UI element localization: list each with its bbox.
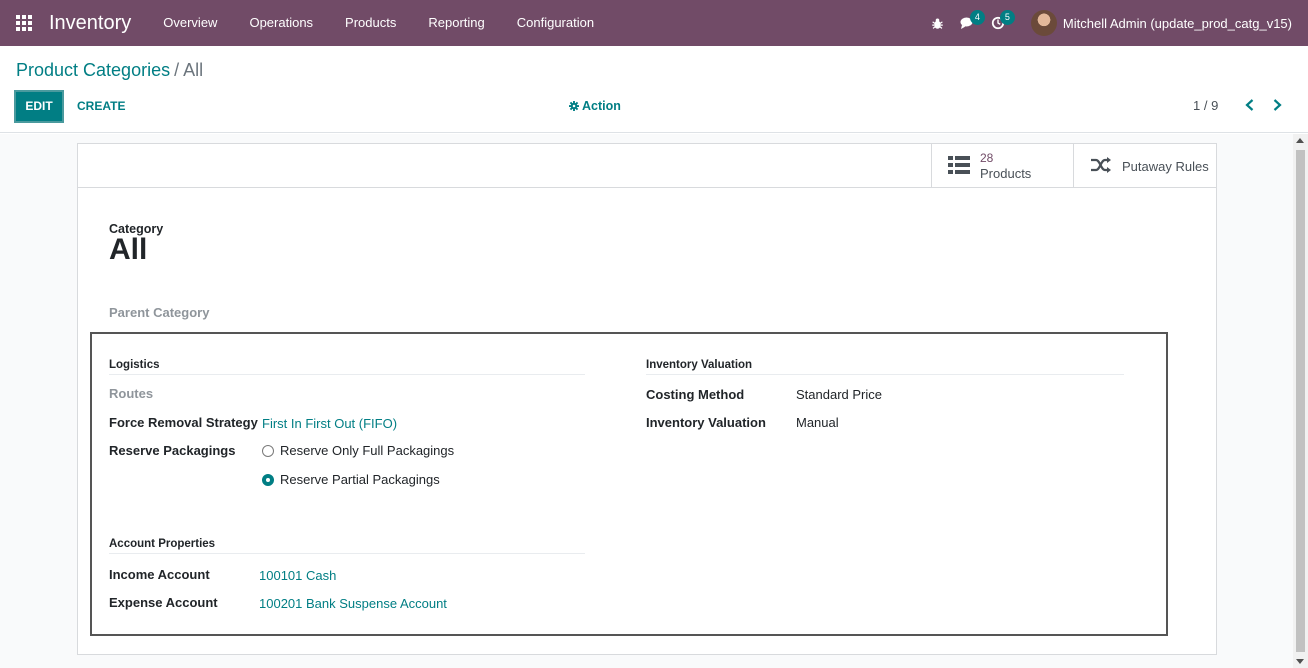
costing-method-label: Costing Method	[646, 387, 745, 402]
costing-method-value[interactable]: Standard Price	[796, 387, 882, 402]
create-button[interactable]: CREATE	[77, 99, 125, 113]
products-label: Products	[980, 166, 1032, 181]
parent-category-label: Parent Category	[109, 305, 210, 320]
menu-reporting[interactable]: Reporting	[412, 0, 500, 46]
random-shuffle-icon	[1090, 156, 1112, 177]
menu-configuration[interactable]: Configuration	[501, 0, 610, 46]
putaway-rules-smart-button[interactable]: Putaway Rules	[1073, 144, 1217, 188]
form-view-content: 28 Products Putaway Rules Category All P…	[0, 134, 1308, 668]
action-menu-button[interactable]: Action	[569, 99, 621, 113]
menu-products[interactable]: Products	[329, 0, 412, 46]
income-account-label: Income Account	[109, 567, 210, 582]
inventory-valuation-section-title: Inventory Valuation	[646, 359, 1124, 375]
menu-operations[interactable]: Operations	[233, 0, 329, 46]
activities-clock-icon[interactable]: 5	[983, 0, 1015, 46]
menu-overview[interactable]: Overview	[147, 0, 233, 46]
products-count: 28	[980, 151, 994, 165]
list-icon	[948, 155, 970, 177]
reserve-partial-label: Reserve Partial Packagings	[280, 472, 440, 487]
expense-account-link[interactable]: 100201 Bank Suspense Account	[259, 596, 447, 611]
vertical-scrollbar[interactable]	[1293, 134, 1308, 668]
apps-menu-icon[interactable]	[0, 0, 48, 46]
settings-group-box: Logistics Routes Force Removal Strategy …	[90, 332, 1168, 636]
logistics-section-title: Logistics	[109, 359, 585, 375]
inventory-valuation-value[interactable]: Manual	[796, 415, 839, 430]
pager-previous-chevron-left-icon[interactable]	[1242, 97, 1258, 113]
messages-chat-icon[interactable]: 4	[953, 0, 985, 46]
control-panel: Product Categories / All EDIT CREATE Actio…	[0, 46, 1308, 133]
radio-checked-icon	[262, 473, 274, 486]
reserve-full-radio[interactable]: Reserve Only Full Packagings	[262, 443, 454, 458]
products-smart-button[interactable]: 28 Products	[931, 144, 1074, 188]
debug-bug-icon[interactable]	[923, 0, 953, 46]
breadcrumb-current: All	[183, 60, 204, 80]
action-label: Action	[582, 99, 621, 113]
avatar	[1030, 10, 1057, 36]
routes-label: Routes	[109, 386, 154, 401]
top-navbar: Inventory Overview Operations Products R…	[0, 0, 1308, 46]
breadcrumb: Product Categories / All	[16, 60, 203, 81]
pager-value[interactable]: 1 / 9	[1193, 98, 1218, 113]
reserve-packagings-label: Reserve Packagings	[109, 443, 236, 458]
pager-next-chevron-right-icon[interactable]	[1269, 97, 1285, 113]
inventory-valuation-label: Inventory Valuation	[646, 415, 766, 430]
expense-account-label: Expense Account	[109, 595, 218, 610]
scroll-down-arrow-icon[interactable]	[1296, 659, 1304, 664]
removal-strategy-label: Force Removal Strategy	[109, 415, 258, 430]
user-menu[interactable]: Mitchell Admin (update_prod_catg_v15)	[1030, 10, 1292, 36]
form-sheet: 28 Products Putaway Rules Category All P…	[77, 143, 1217, 655]
scroll-up-arrow-icon[interactable]	[1296, 138, 1304, 143]
removal-strategy-link[interactable]: First In First Out (FIFO)	[262, 416, 397, 431]
breadcrumb-parent-link[interactable]: Product Categories	[16, 60, 170, 80]
app-name[interactable]: Inventory	[49, 12, 131, 35]
user-name: Mitchell Admin (update_prod_catg_v15)	[1062, 15, 1292, 31]
scroll-thumb[interactable]	[1296, 150, 1305, 652]
income-account-link[interactable]: 100101 Cash	[259, 568, 336, 583]
activities-badge: 5	[999, 10, 1015, 25]
edit-button[interactable]: EDIT	[14, 90, 64, 123]
category-name: All	[109, 233, 148, 266]
smart-button-box: 28 Products Putaway Rules	[78, 144, 1216, 188]
account-properties-section-title: Account Properties	[109, 538, 585, 554]
reserve-partial-radio[interactable]: Reserve Partial Packagings	[262, 472, 440, 487]
putaway-rules-label: Putaway Rules	[1122, 158, 1209, 174]
gear-icon	[569, 101, 579, 111]
breadcrumb-separator: /	[174, 60, 180, 80]
radio-unchecked-icon	[262, 444, 274, 457]
reserve-full-label: Reserve Only Full Packagings	[280, 443, 455, 458]
